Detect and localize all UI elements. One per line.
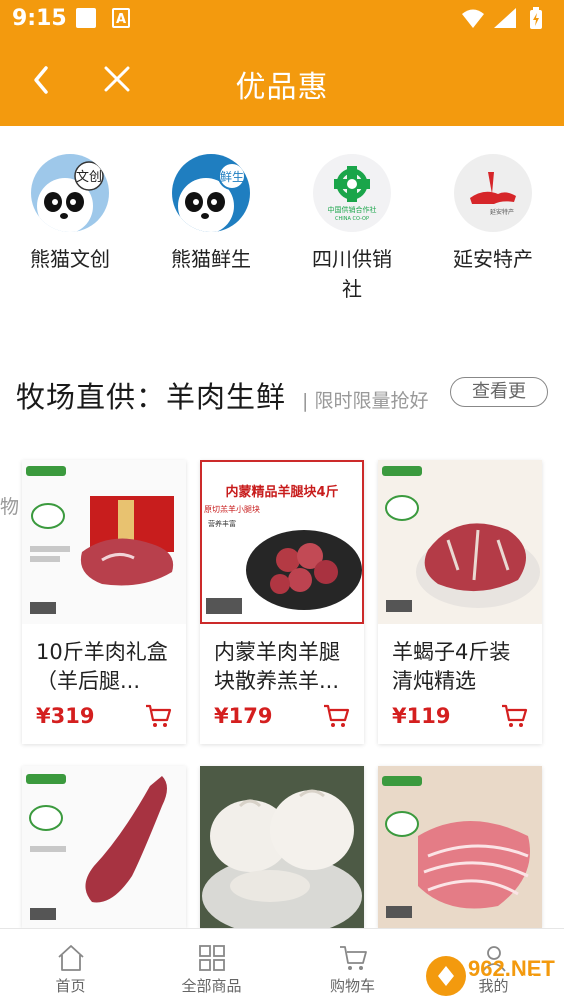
brand-sichuan-coop[interactable]: 中国供销合作社 CHINA CO-OP 四川供销社 — [292, 154, 412, 304]
add-to-cart-icon[interactable] — [322, 702, 350, 730]
product-image — [378, 766, 542, 930]
status-time: 9:15 — [12, 6, 67, 31]
yanan-logo: 延安特产 — [454, 154, 532, 232]
product-price: ¥319 — [36, 704, 95, 728]
app-header: 优品惠 — [0, 38, 564, 126]
panda-fresh-logo: 鲜生 — [172, 154, 250, 232]
brand-label: 四川供销社 — [312, 247, 392, 301]
product-price: ¥179 — [214, 704, 273, 728]
section-subtitle: | 限时限量抢好 — [302, 390, 429, 412]
coop-badge-text: 中国供销合作社 — [328, 205, 377, 214]
add-to-cart-icon[interactable] — [500, 702, 528, 730]
battery-icon — [530, 7, 542, 29]
nav-cart[interactable]: 购物车 — [282, 929, 423, 1004]
sichuan-coop-logo: 中国供销合作社 CHINA CO-OP — [313, 154, 391, 232]
brand-label: 熊猫文创 — [30, 247, 110, 271]
product-image: 内蒙精品羊腿块4斤 原切羔羊小腿块 营养丰富 — [200, 460, 364, 624]
cart-icon — [339, 946, 367, 970]
product-card[interactable] — [200, 766, 364, 930]
nav-label: 全部商品 — [181, 977, 242, 995]
brand-label: 延安特产 — [453, 247, 533, 271]
status-indicators — [460, 6, 550, 36]
yanan-badge-text: 延安特产 — [490, 208, 514, 216]
nav-all-products[interactable]: 全部商品 — [141, 929, 282, 1004]
brand-row: 文创 熊猫文创 鲜生 熊猫鲜生 中国供销合作社 CHINA CO-OP 四川供销… — [0, 126, 564, 326]
grid-icon — [198, 945, 225, 971]
page-title: 优品惠 — [235, 70, 329, 105]
brand-panda-fresh[interactable]: 鲜生 熊猫鲜生 — [151, 154, 271, 274]
nav-label: 首页 — [55, 977, 86, 995]
wifi-icon — [462, 9, 484, 28]
brand-panda-culture[interactable]: 文创 熊猫文创 — [10, 154, 130, 274]
home-icon — [57, 945, 84, 971]
add-to-cart-icon[interactable] — [144, 702, 172, 730]
product-image — [378, 460, 542, 624]
brand-label: 熊猫鲜生 — [171, 247, 251, 271]
panda-culture-badge: 文创 — [76, 170, 102, 185]
product-card[interactable] — [22, 766, 186, 930]
section-title: 牧场直供：羊肉生鲜 — [16, 380, 287, 414]
product-image — [22, 460, 186, 624]
product-name: 内蒙羊肉羊腿块散养羔羊... — [214, 640, 340, 693]
status-bar: 9:15 A — [0, 0, 564, 38]
product-card[interactable]: 羊蝎子4斤装清炖精选 ¥119 — [378, 460, 542, 744]
brand-yanan[interactable]: 延安特产 延安特产 — [433, 154, 553, 274]
product-banner-sub: 原切羔羊小腿块 — [204, 504, 260, 514]
watermark-sub-text: 乐游网 — [506, 974, 552, 992]
product-image — [200, 766, 364, 930]
product-tag: 营养丰富 — [208, 519, 236, 528]
signal-icon — [494, 8, 516, 28]
notification-app-icon: A — [112, 8, 130, 28]
product-price: ¥119 — [392, 704, 451, 728]
product-card[interactable]: 内蒙精品羊腿块4斤 原切羔羊小腿块 营养丰富 内蒙羊肉羊腿块散养羔羊... ¥1… — [200, 460, 364, 744]
nav-label: 购物车 — [329, 977, 375, 995]
product-card[interactable]: 10斤羊肉礼盒（羊后腿... ¥319 — [22, 460, 186, 744]
notification-square-icon — [76, 8, 96, 28]
product-name: 羊蝎子4斤装清炖精选 — [392, 640, 511, 693]
product-banner: 内蒙精品羊腿块4斤 — [225, 484, 338, 500]
product-image — [22, 766, 186, 930]
panda-fresh-badge: 鲜生 — [220, 170, 244, 184]
panda-culture-logo: 文创 — [31, 154, 109, 232]
product-name: 10斤羊肉礼盒（羊后腿... — [36, 640, 168, 693]
nav-home[interactable]: 首页 — [0, 929, 141, 1004]
product-card[interactable] — [378, 766, 542, 930]
watermark: 962.NET 乐游网 — [424, 950, 560, 1002]
view-more-button[interactable]: 查看更 — [450, 377, 548, 407]
side-label: 物 — [0, 496, 20, 518]
coop-badge-en: CHINA CO-OP — [335, 216, 369, 222]
